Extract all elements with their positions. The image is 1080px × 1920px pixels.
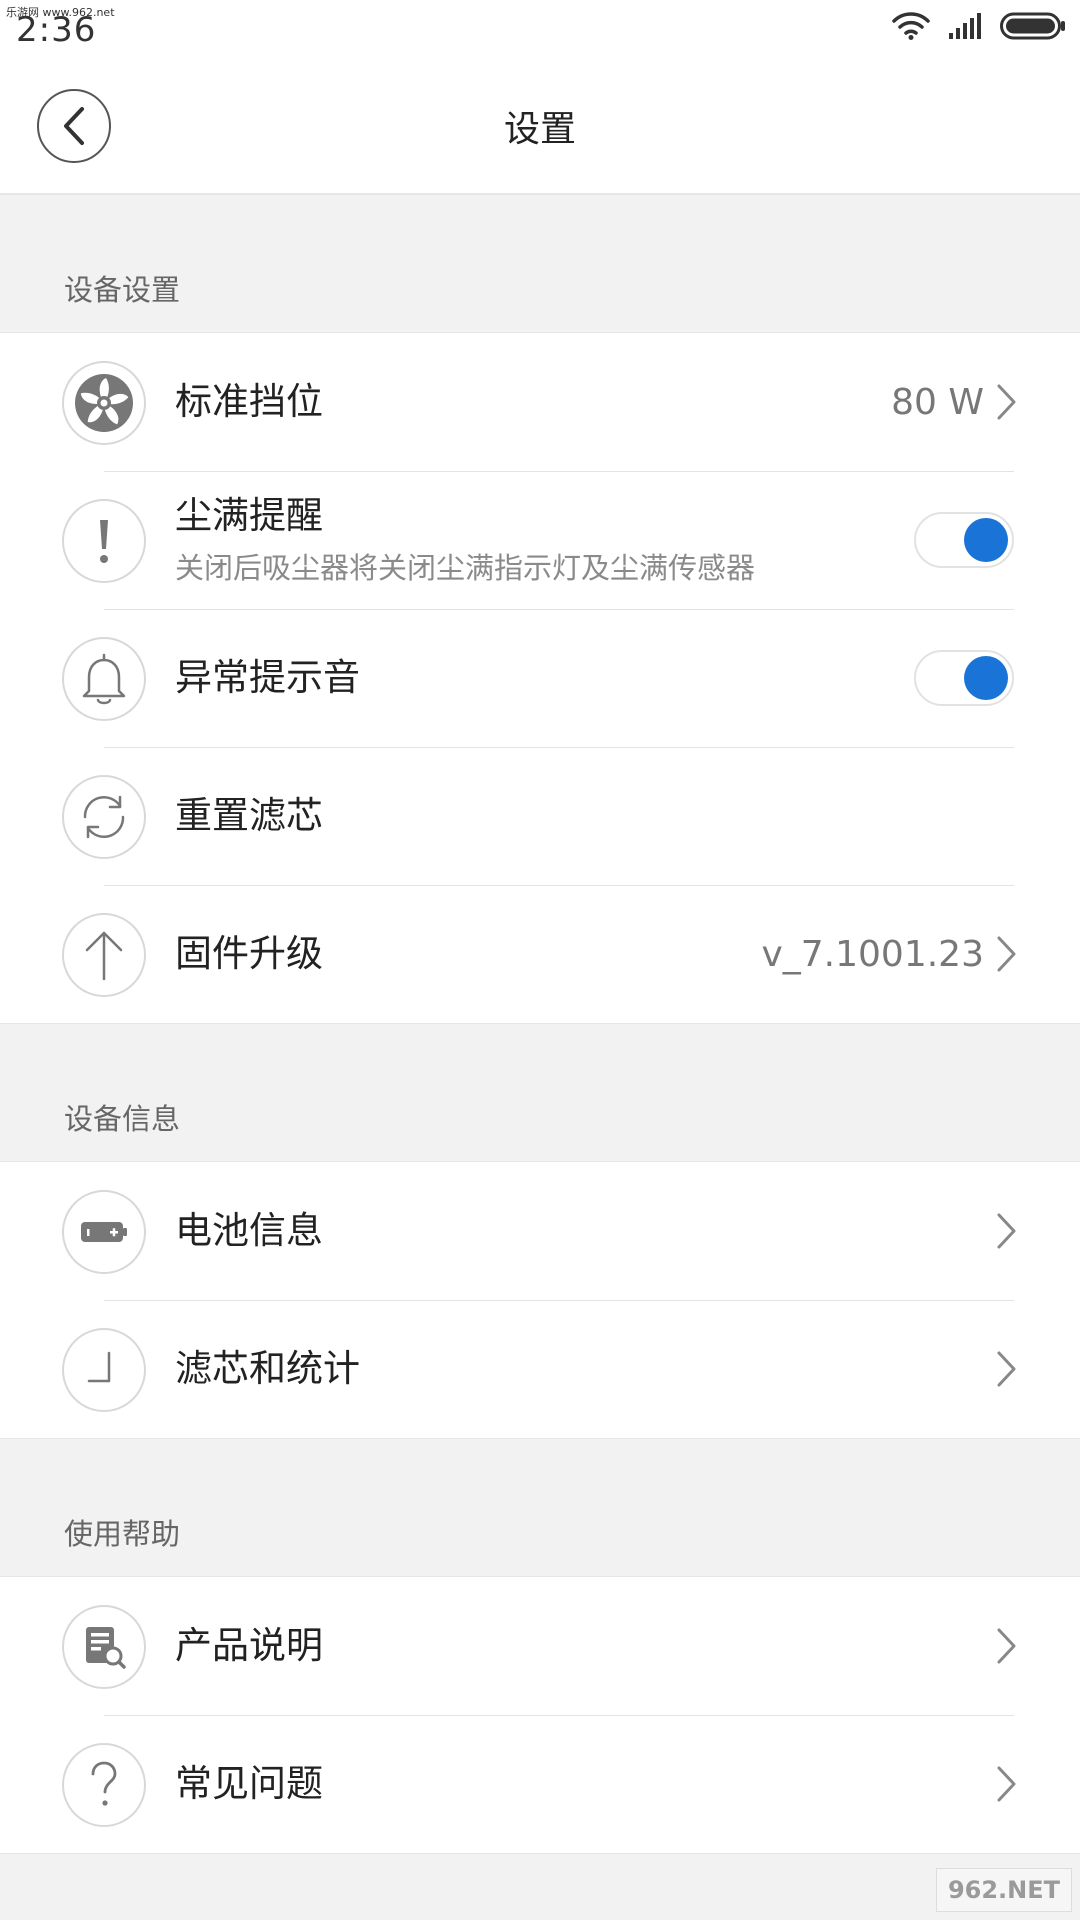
status-icons — [892, 12, 1066, 44]
section-header-device-info: 设备信息 — [64, 1102, 181, 1136]
section-device-settings: 标准挡位 80 W 尘满提醒 关闭后吸尘器将关闭尘满指示灯及尘满传感器 异常提示… — [0, 332, 1080, 1024]
battery-icon — [81, 1222, 127, 1242]
chevron-right-icon — [997, 1766, 1016, 1802]
wifi-icon — [892, 12, 930, 44]
arrow-up-icon — [85, 931, 123, 981]
clock-icon — [87, 1351, 111, 1383]
setting-row-product-manual[interactable]: 产品说明 — [0, 1577, 1080, 1715]
question-icon — [91, 1761, 117, 1806]
dust-full-toggle[interactable] — [914, 512, 1014, 568]
setting-label: 尘满提醒 — [175, 493, 323, 537]
section-header-device-settings: 设备设置 — [64, 273, 181, 307]
setting-label: 常见问题 — [175, 1761, 323, 1805]
setting-row-dust-full-reminder: 尘满提醒 关闭后吸尘器将关闭尘满指示灯及尘满传感器 — [0, 471, 1080, 609]
section-help: 产品说明 常见问题 — [0, 1576, 1080, 1854]
refresh-icon — [83, 795, 125, 839]
chevron-right-icon — [997, 1213, 1016, 1249]
chevron-right-icon — [997, 384, 1016, 420]
section-device-info: 电池信息 滤芯和统计 — [0, 1161, 1080, 1439]
setting-label: 产品说明 — [175, 1623, 323, 1667]
setting-row-filter-stats[interactable]: 滤芯和统计 — [0, 1300, 1080, 1438]
setting-row-abnormal-sound: 异常提示音 — [0, 609, 1080, 747]
firmware-version: v_7.1001.23 — [761, 933, 984, 975]
page-title: 设置 — [503, 109, 576, 150]
fan-icon — [75, 374, 133, 432]
battery-status-icon — [1000, 12, 1066, 44]
setting-description: 关闭后吸尘器将关闭尘满指示灯及尘满传感器 — [175, 551, 756, 586]
setting-row-faq[interactable]: 常见问题 — [0, 1715, 1080, 1853]
chevron-right-icon — [997, 936, 1016, 972]
setting-label: 异常提示音 — [175, 655, 360, 699]
watermark-logo: 962.NET — [936, 1868, 1072, 1912]
toggle-knob — [964, 656, 1008, 700]
setting-row-battery-info[interactable]: 电池信息 — [0, 1162, 1080, 1300]
alert-icon — [100, 520, 108, 563]
chevron-right-icon — [997, 1628, 1016, 1664]
setting-row-standard-gear[interactable]: 标准挡位 80 W — [0, 333, 1080, 471]
setting-label: 重置滤芯 — [175, 793, 323, 837]
app-header: 乐游网 www.962.net 2:36 设置 — [0, 0, 1080, 195]
setting-label: 滤芯和统计 — [175, 1346, 360, 1390]
setting-label: 固件升级 — [175, 931, 323, 975]
manual-search-icon — [86, 1627, 126, 1669]
bell-icon — [82, 653, 126, 705]
setting-value: 80 W — [891, 381, 984, 423]
status-time: 2:36 — [16, 10, 97, 50]
toggle-knob — [964, 518, 1008, 562]
setting-row-firmware-upgrade[interactable]: 固件升级 v_7.1001.23 — [0, 885, 1080, 1023]
signal-icon — [948, 13, 982, 43]
setting-label: 标准挡位 — [175, 379, 323, 423]
setting-row-reset-filter[interactable]: 重置滤芯 — [0, 747, 1080, 885]
section-header-help: 使用帮助 — [64, 1517, 181, 1551]
chevron-right-icon — [997, 1351, 1016, 1387]
setting-label: 电池信息 — [175, 1208, 323, 1252]
abnormal-sound-toggle[interactable] — [914, 650, 1014, 706]
